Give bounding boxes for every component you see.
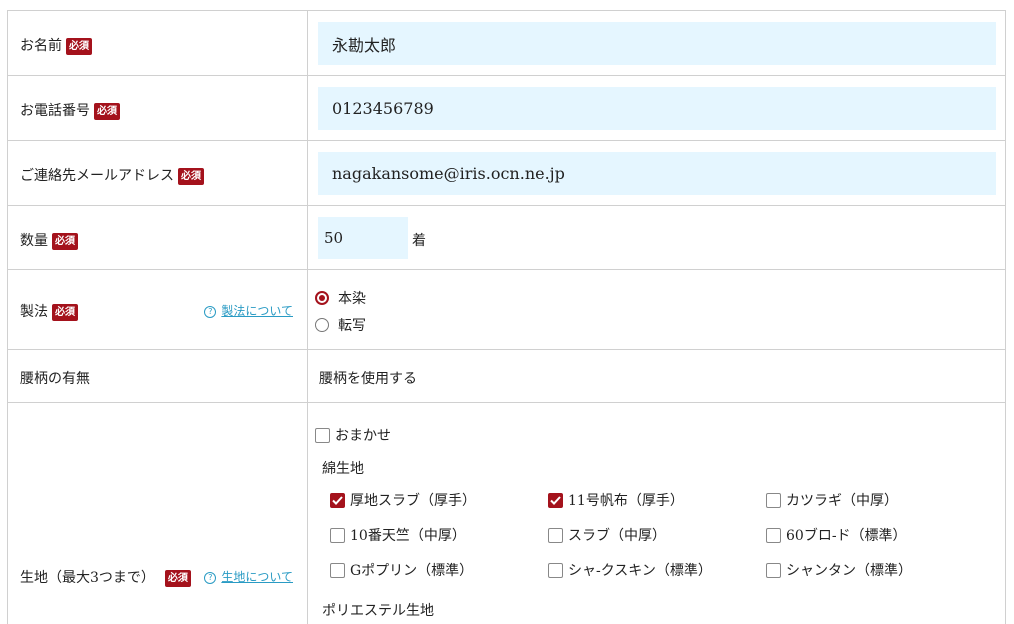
checkbox-label: 厚地スラブ（厚手）	[350, 493, 476, 509]
checkbox-box[interactable]	[766, 562, 781, 578]
method-help-link-text: 製法について	[221, 304, 293, 318]
row-email: ご連絡先メールアドレス 必須	[7, 140, 1006, 205]
checkbox-box[interactable]	[330, 527, 345, 543]
checkbox-label: シャンタン（標準）	[786, 563, 912, 579]
label-cell-name: お名前 必須	[8, 11, 308, 75]
label-cell-email: ご連絡先メールアドレス 必須	[8, 141, 308, 205]
email-label-text: ご連絡先メールアドレス	[20, 168, 174, 184]
method-help-link[interactable]: ? 製法について	[204, 302, 293, 319]
fabric-help-link[interactable]: ? 生地について	[204, 568, 293, 585]
checkbox-label: 11号帆布（厚手）	[568, 493, 684, 509]
fabric-option[interactable]: 10番天竺（中厚）	[330, 525, 466, 545]
method-label-text: 製法	[20, 304, 48, 320]
method-label: 製法 必須	[20, 301, 78, 321]
quantity-label-text: 数量	[20, 233, 48, 249]
question-circle-icon: ?	[204, 572, 217, 584]
label-cell-waist-pattern: 腰柄の有無	[8, 350, 308, 402]
row-method: 製法 必須 ? 製法について 本染 転写	[7, 269, 1006, 349]
fabric-omakase-checkbox[interactable]: おまかせ	[315, 425, 391, 445]
name-label: お名前 必須	[20, 35, 92, 55]
label-cell-quantity: 数量 必須	[8, 206, 308, 269]
fabric-option[interactable]: スラブ（中厚）	[548, 525, 666, 545]
row-waist-pattern: 腰柄の有無 腰柄を使用する	[7, 349, 1006, 402]
checkbox-label: 10番天竺（中厚）	[350, 528, 466, 544]
fabric-group-polyester-title: ポリエステル生地	[322, 603, 434, 619]
row-fabric: 生地（最大3つまで） 必須 ? 生地について おまかせ 綿生地 厚地スラブ（厚手） …	[7, 402, 1006, 624]
waist-pattern-label: 腰柄の有無	[20, 371, 90, 387]
fabric-option[interactable]: 60ブロ-ド（標準）	[766, 525, 907, 545]
radio-label: 本染	[338, 291, 366, 307]
checkbox-box[interactable]	[330, 562, 345, 578]
label-cell-method: 製法 必須 ? 製法について	[8, 270, 308, 349]
checkbox-label: シャ-クスキン（標準）	[568, 563, 712, 579]
quantity-unit: 着	[412, 233, 426, 249]
waist-pattern-value: 腰柄を使用する	[319, 371, 417, 387]
fabric-option[interactable]: Gポプリン（標準）	[330, 560, 473, 580]
checkbox-box[interactable]	[548, 562, 563, 578]
quantity-label: 数量 必須	[20, 230, 78, 250]
email-input[interactable]	[318, 152, 996, 195]
checkbox-box[interactable]	[548, 527, 563, 543]
label-cell-phone: お電話番号 必須	[8, 76, 308, 140]
row-quantity: 数量必須 着	[7, 205, 1006, 269]
checkbox-box[interactable]	[330, 492, 345, 508]
label-cell-fabric: 生地（最大3つまで） 必須 ? 生地について	[8, 403, 308, 624]
fabric-group-cotton-title: 綿生地	[322, 461, 364, 477]
name-label-text: お名前	[20, 38, 62, 54]
quantity-input[interactable]	[318, 217, 408, 259]
checkbox-label: スラブ（中厚）	[568, 528, 666, 544]
fabric-option[interactable]: 厚地スラブ（厚手）	[330, 490, 476, 510]
required-badge: 必須	[94, 103, 120, 120]
checkmark-icon	[550, 495, 561, 505]
phone-label-text: お電話番号	[20, 103, 90, 119]
checkbox-box[interactable]	[315, 427, 330, 443]
checkbox-box[interactable]	[766, 492, 781, 508]
question-circle-icon: ?	[204, 306, 217, 318]
radio-button[interactable]	[315, 318, 329, 332]
radio-button[interactable]	[315, 291, 329, 305]
checkbox-box[interactable]	[766, 527, 781, 543]
fabric-option[interactable]: 11号帆布（厚手）	[548, 490, 684, 510]
phone-input[interactable]	[318, 87, 996, 130]
email-label: ご連絡先メールアドレス 必須	[20, 165, 204, 185]
fabric-label: 生地（最大3つまで） 必須	[20, 567, 191, 587]
checkmark-icon	[332, 495, 343, 505]
row-name: お名前 必須	[7, 10, 1006, 75]
checkbox-label: Gポプリン（標準）	[350, 563, 474, 579]
radio-label: 転写	[338, 318, 366, 334]
checkbox-label: おまかせ	[335, 428, 391, 444]
checkbox-label: カツラギ（中厚）	[786, 493, 898, 509]
fabric-help-link-text: 生地について	[221, 570, 293, 584]
fabric-option[interactable]: カツラギ（中厚）	[766, 490, 898, 510]
method-option-honzome[interactable]: 本染	[315, 288, 366, 308]
fabric-option[interactable]: シャンタン（標準）	[766, 560, 912, 580]
method-option-tensha[interactable]: 転写	[315, 315, 366, 335]
required-badge: 必須	[52, 304, 78, 321]
required-badge: 必須	[164, 570, 191, 587]
required-badge: 必須	[66, 38, 92, 55]
checkbox-box[interactable]	[548, 492, 563, 508]
row-phone: お電話番号 必須	[7, 75, 1006, 140]
checkbox-label: 60ブロ-ド（標準）	[786, 528, 907, 544]
fabric-label-text: 生地（最大3つまで）	[20, 570, 155, 586]
fabric-option[interactable]: シャ-クスキン（標準）	[548, 560, 712, 580]
name-input[interactable]	[318, 22, 996, 65]
required-badge: 必須	[52, 233, 78, 250]
required-badge: 必須	[178, 168, 204, 185]
phone-label: お電話番号 必須	[20, 100, 120, 120]
order-form: お名前必須 お電話番号必須 ご連絡先メールアドレス必須 数量必須 着 製法必須 …	[0, 0, 1014, 624]
